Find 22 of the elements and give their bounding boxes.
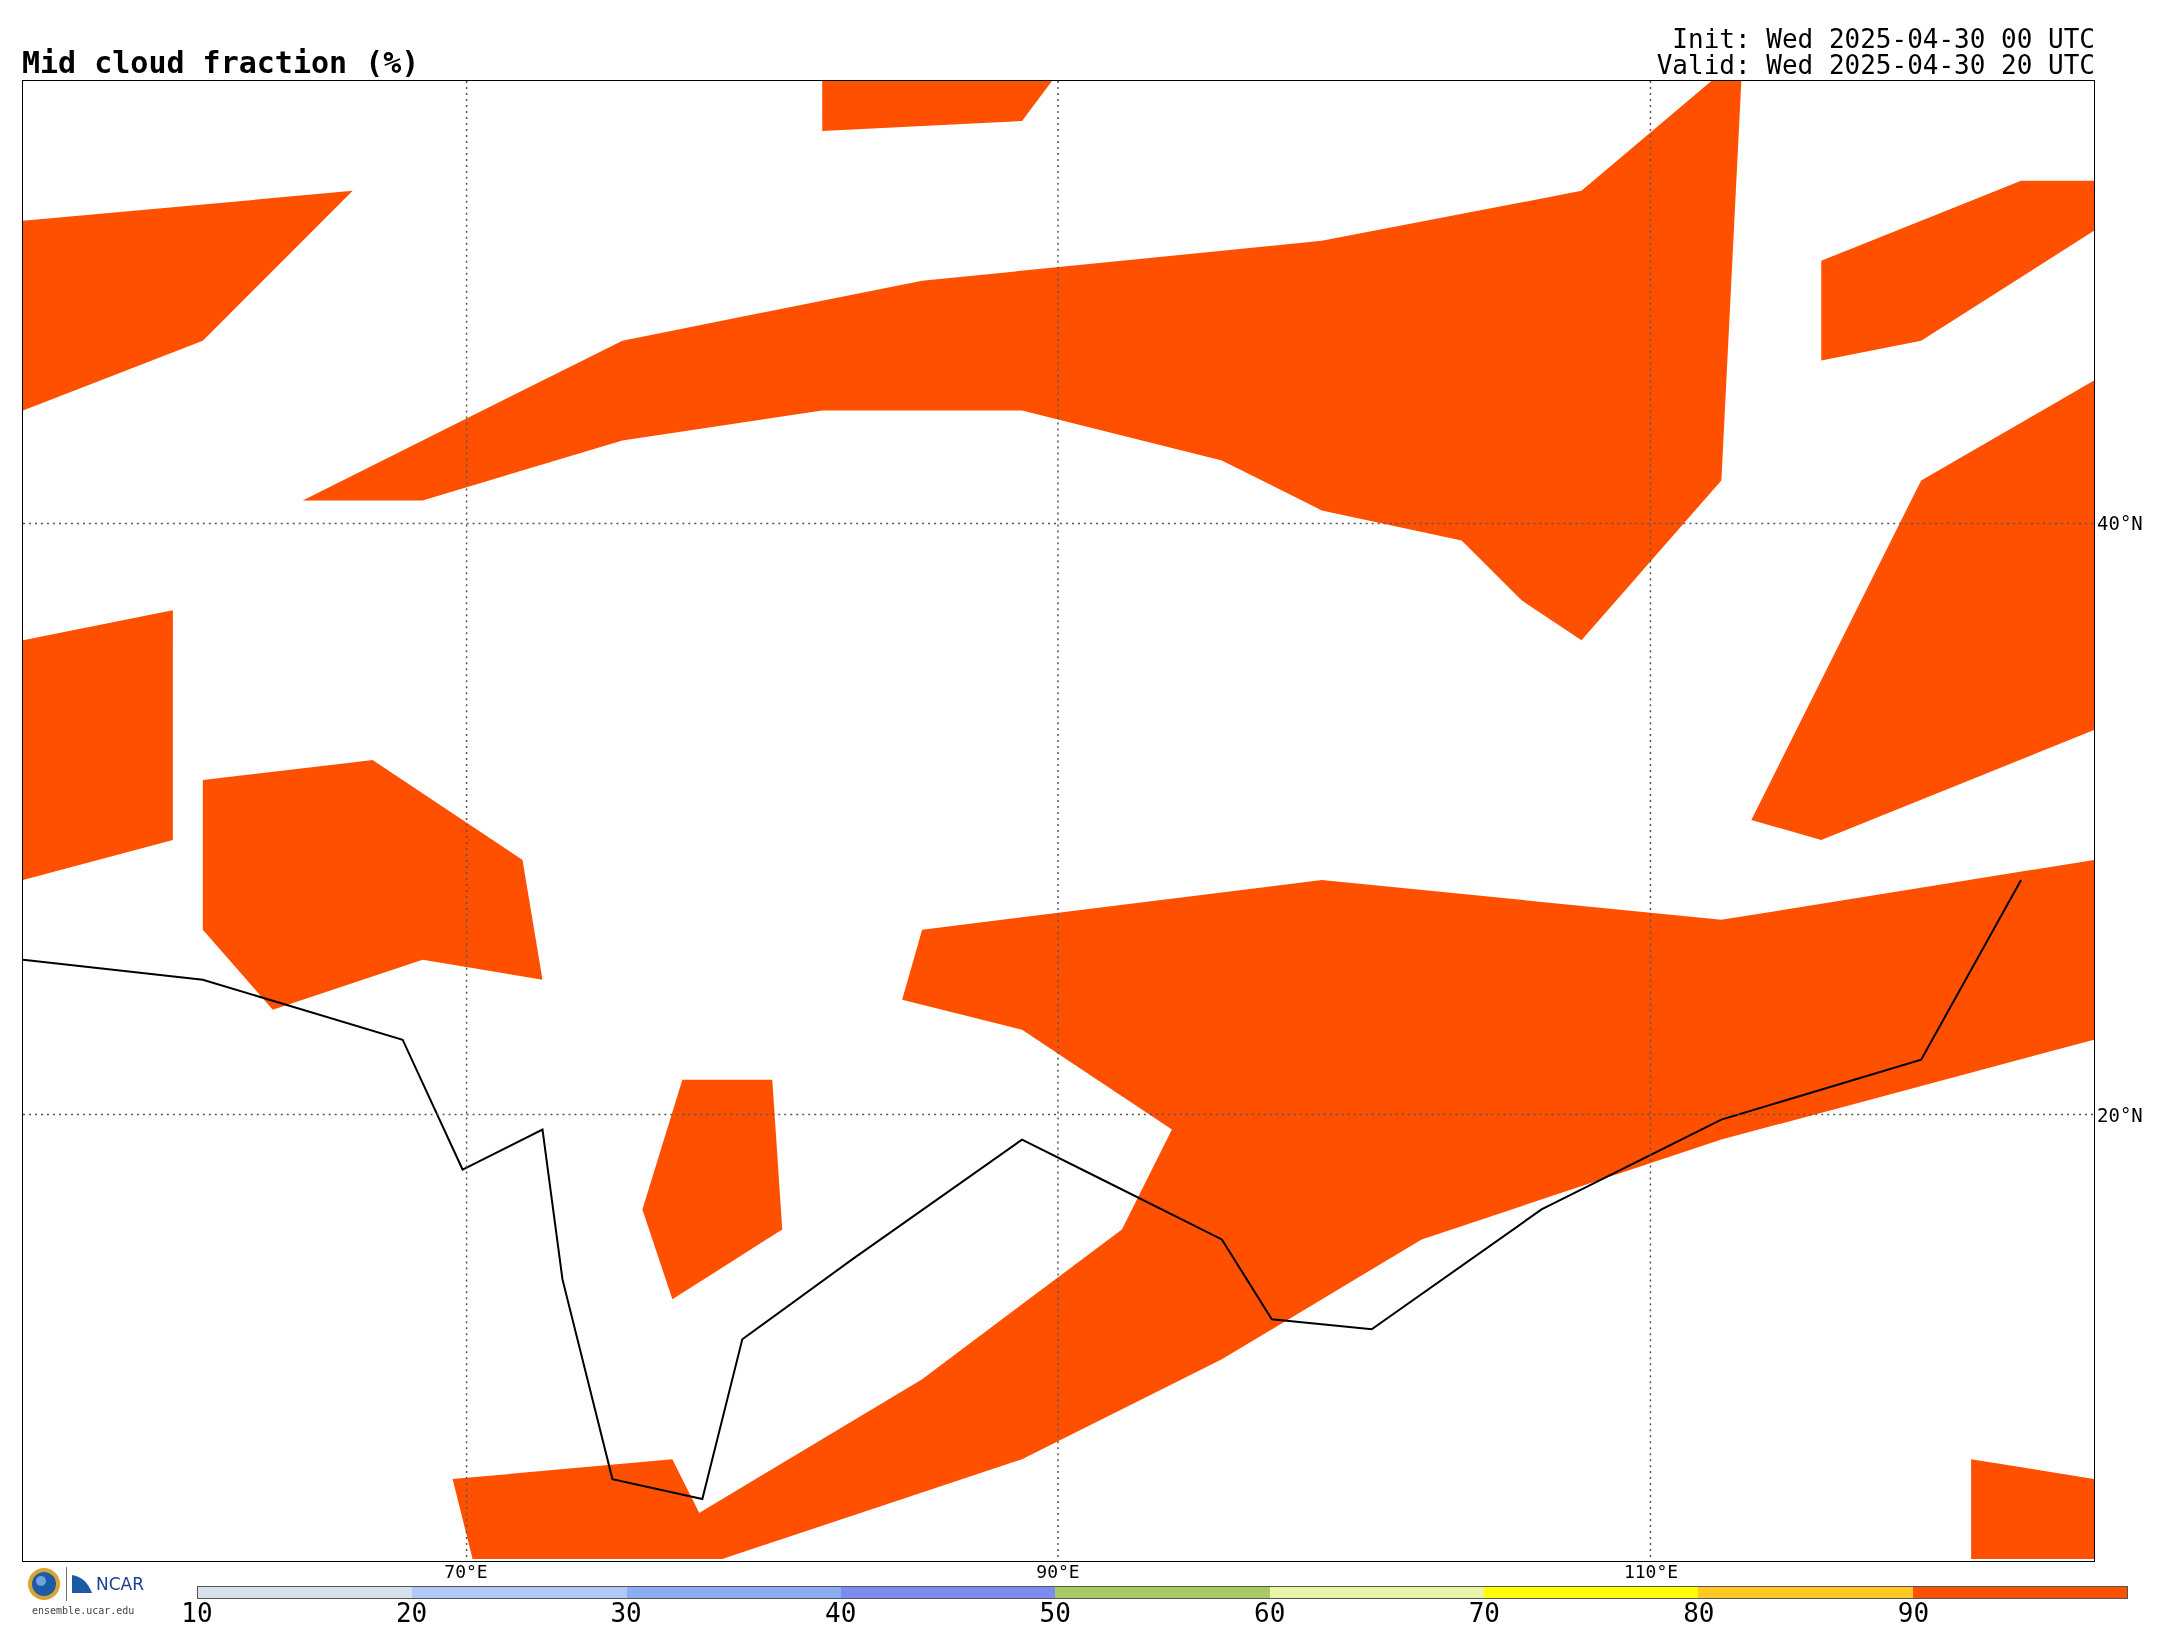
scale-tick-label: 40 xyxy=(825,1600,857,1626)
scale-tick-label: 90 xyxy=(1897,1600,1930,1626)
scale-tick-label: 80 xyxy=(1683,1600,1715,1626)
longitude-label: 110°E xyxy=(1623,1563,1679,1581)
scale-tick-label: 10 xyxy=(181,1600,213,1626)
globe-seal-icon xyxy=(27,1567,61,1601)
latitude-label: 20°N xyxy=(2097,1105,2143,1125)
scale-tick-label: 50 xyxy=(1039,1600,1071,1626)
longitude-label: 90°E xyxy=(1036,1563,1080,1581)
longitude-label: 70°E xyxy=(444,1563,488,1581)
latitude-label: 40°N xyxy=(2097,513,2143,533)
scale-tick-label: 20 xyxy=(395,1600,428,1626)
scale-tick-label: 30 xyxy=(610,1600,642,1626)
timestamp-text: Init: Wed 2025-04-30 00 UTC xyxy=(1671,26,2095,52)
chart-title: Mid cloud fraction (%) xyxy=(22,48,420,78)
divider-line xyxy=(65,1567,68,1601)
timestamp-text: Valid: Wed 2025-04-30 20 UTC xyxy=(1656,52,2095,78)
scale-tick-label: 60 xyxy=(1254,1600,1286,1626)
website-text: ensemble.ucar.edu xyxy=(32,1605,136,1617)
scale-tick-label: 70 xyxy=(1468,1600,1500,1626)
brand-name: NCAR xyxy=(96,1575,145,1593)
arc-logo-icon xyxy=(72,1575,92,1593)
